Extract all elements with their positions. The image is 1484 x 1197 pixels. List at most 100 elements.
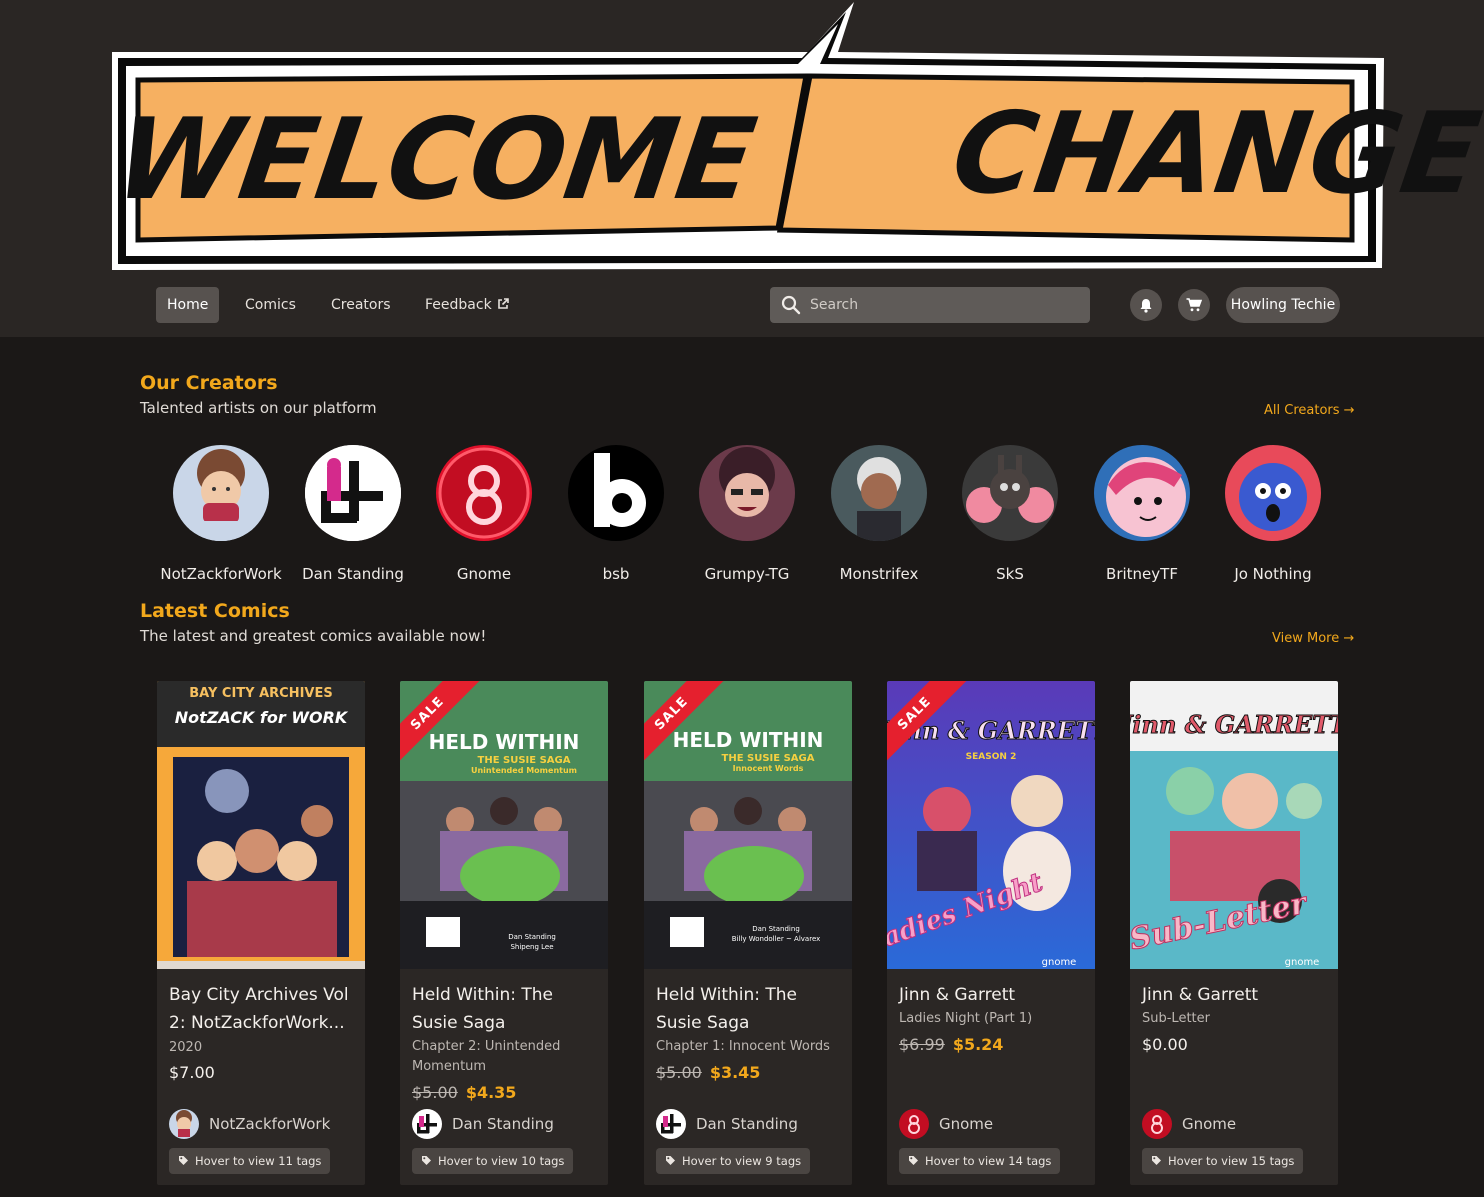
comic-cover[interactable]: HELD WITHIN THE SUSIE SAGA Unintended Mo… (400, 681, 608, 969)
tags-button[interactable]: Hover to view 15 tags (1142, 1148, 1304, 1174)
creator-avatar (699, 445, 795, 541)
creator-mini-avatar (1142, 1109, 1172, 1139)
tags-button[interactable]: Hover to view 11 tags (169, 1148, 331, 1174)
comic-subtitle: Chapter 1: Innocent Words (656, 1039, 830, 1054)
creator-card[interactable]: NotZackforWork (156, 445, 286, 583)
cover-subtitle: NotZACK for WORK (175, 708, 349, 727)
comic-subtitle: Chapter 2: Unintended Momentum (412, 1039, 561, 1074)
banner-word-welcome: WELCOME (108, 95, 763, 225)
nav-comics[interactable]: Comics (234, 287, 307, 323)
external-link-icon (497, 297, 509, 309)
comic-cover[interactable]: Jinn & GARRETT Sub-Letter gnome (1130, 681, 1338, 969)
comic-cover[interactable]: Jinn & GARRETT SEASON 2 Ladies Night gno… (887, 681, 1095, 969)
search-input[interactable] (810, 287, 1080, 323)
notifications-button[interactable] (1130, 289, 1162, 321)
nav-home[interactable]: Home (156, 287, 220, 323)
user-menu-button[interactable]: Howling Techie (1226, 287, 1340, 323)
comic-title[interactable]: Bay City Archives Vol 2: NotZackforWork.… (169, 981, 359, 1037)
tag-icon (666, 1156, 675, 1165)
creator-card[interactable]: Dan Standing (288, 445, 418, 583)
creator-name: bsb (602, 565, 630, 583)
sale-price: $5.24 (952, 1035, 1004, 1054)
cart-button[interactable] (1178, 289, 1210, 321)
tag-icon (179, 1156, 188, 1165)
creator-name: Dan Standing (302, 565, 404, 583)
cover-title: HELD WITHIN (429, 730, 580, 754)
tags-button[interactable]: Hover to view 9 tags (656, 1148, 811, 1174)
comic-cover[interactable]: HELD WITHIN THE SUSIE SAGA Innocent Word… (644, 681, 852, 969)
creator-avatar (962, 445, 1058, 541)
cover-title: Jinn & GARRETT (1130, 710, 1338, 739)
comic-card[interactable]: Jinn & GARRETT SEASON 2 Ladies Night gno… (887, 681, 1095, 1185)
comic-subtitle: Sub-Letter (1142, 1011, 1210, 1026)
old-price: $5.00 (656, 1063, 702, 1082)
cover-subtitle: THE SUSIE SAGA (722, 753, 815, 764)
tags-label: Hover to view 15 tags (1168, 1154, 1295, 1168)
creator-card[interactable]: bsb (551, 445, 681, 583)
creator-card[interactable]: Monstrifex (814, 445, 944, 583)
creators-section-title: Our Creators (140, 372, 278, 394)
comic-card[interactable]: HELD WITHIN THE SUSIE SAGA Unintended Mo… (400, 681, 608, 1185)
search-icon (781, 295, 801, 315)
welcome-change-banner[interactable]: WELCOME CHANGE (0, 0, 1484, 280)
cover-credit: gnome (1285, 957, 1320, 968)
comic-card[interactable]: BAY CITY ARCHIVES NotZACK for WORK Bay C… (157, 681, 365, 1185)
comic-card[interactable]: HELD WITHIN THE SUSIE SAGA Innocent Word… (644, 681, 852, 1185)
creator-card[interactable]: Grumpy-TG (682, 445, 812, 583)
nav-feedback[interactable]: Feedback (414, 287, 520, 323)
comic-title[interactable]: Jinn & Garrett (899, 981, 1089, 1009)
comic-creator[interactable]: Dan Standing (412, 1109, 554, 1139)
comic-creator[interactable]: Gnome (1142, 1109, 1236, 1139)
creator-name: BritneyTF (1106, 565, 1178, 583)
comic-price: $0.00 (1142, 1035, 1188, 1054)
creator-avatar (305, 445, 401, 541)
comics-section-title: Latest Comics (140, 600, 290, 622)
cart-icon (1186, 298, 1202, 312)
comic-cover[interactable]: BAY CITY ARCHIVES NotZACK for WORK (157, 681, 365, 969)
comic-price: $5.00 $3.45 (656, 1063, 760, 1082)
nav-feedback-label: Feedback (425, 297, 492, 313)
nav-creators[interactable]: Creators (320, 287, 402, 323)
view-more-link[interactable]: View More → (1272, 631, 1354, 646)
creator-avatar (831, 445, 927, 541)
cover-credit: gnome (1042, 957, 1077, 968)
creator-card[interactable]: SkS (945, 445, 1075, 583)
tags-label: Hover to view 14 tags (925, 1154, 1052, 1168)
tags-button[interactable]: Hover to view 14 tags (899, 1148, 1061, 1174)
bell-icon (1140, 298, 1152, 313)
creator-name: Grumpy-TG (704, 565, 790, 583)
tags-label: Hover to view 11 tags (195, 1154, 322, 1168)
cover-subtitle-2: Innocent Words (733, 764, 804, 773)
creator-avatar (173, 445, 269, 541)
creator-card[interactable]: Gnome (419, 445, 549, 583)
creator-card[interactable]: BritneyTF (1077, 445, 1207, 583)
creator-name: Monstrifex (839, 565, 919, 583)
tag-icon (422, 1156, 431, 1165)
cover-credit: Dan Standing (752, 925, 800, 933)
comic-title[interactable]: Held Within: The Susie Saga (412, 981, 602, 1037)
tags-button[interactable]: Hover to view 10 tags (412, 1148, 574, 1174)
comic-creator-name: NotZackforWork (209, 1115, 331, 1133)
creator-name: NotZackforWork (160, 565, 282, 583)
creator-card[interactable]: Jo Nothing (1208, 445, 1338, 583)
comic-price: $7.00 (169, 1063, 215, 1082)
comic-creator-name: Gnome (1182, 1115, 1237, 1133)
creator-name: Jo Nothing (1234, 565, 1312, 583)
cover-credit-2: Shipeng Lee (510, 943, 553, 951)
comic-creator[interactable]: NotZackforWork (169, 1109, 330, 1139)
comic-creator[interactable]: Dan Standing (656, 1109, 798, 1139)
creator-mini-avatar (169, 1109, 199, 1139)
current-price: $7.00 (169, 1063, 215, 1082)
comic-subtitle: Ladies Night (Part 1) (899, 1011, 1033, 1026)
old-price: $6.99 (899, 1035, 945, 1054)
cover-subtitle-2: Unintended Momentum (471, 766, 577, 775)
comic-creator[interactable]: Gnome (899, 1109, 993, 1139)
comic-title[interactable]: Held Within: The Susie Saga (656, 981, 846, 1037)
all-creators-link[interactable]: All Creators → (1264, 403, 1355, 418)
creator-name: SkS (996, 565, 1024, 583)
comic-title[interactable]: Jinn & Garrett (1142, 981, 1332, 1009)
comic-card[interactable]: Jinn & GARRETT Sub-Letter gnome Jinn & G… (1130, 681, 1338, 1185)
creator-avatar (1225, 445, 1321, 541)
cover-title: HELD WITHIN (673, 728, 824, 752)
old-price: $5.00 (412, 1083, 458, 1102)
